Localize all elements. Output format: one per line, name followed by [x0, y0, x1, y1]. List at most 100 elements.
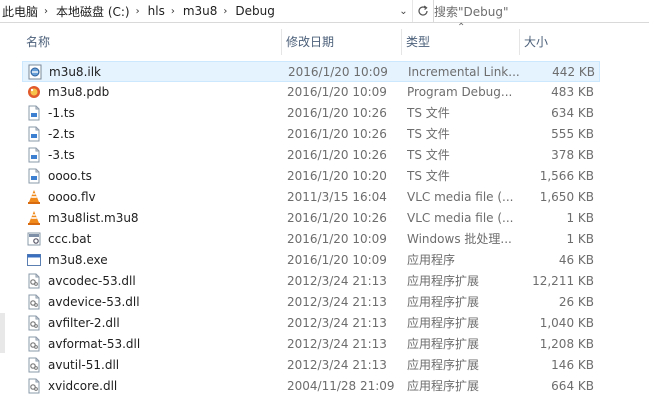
file-name: -3.ts — [48, 148, 75, 162]
dll-file-icon — [26, 357, 42, 373]
file-row[interactable]: oooo.ts 2016/1/20 10:20 TS 文件 1,566 KB — [22, 166, 600, 187]
file-type: TS 文件 — [407, 148, 450, 162]
file-date: 2011/3/15 16:04 — [287, 190, 387, 204]
file-row[interactable]: xvidcore.dll 2004/11/28 21:09 应用程序扩展 664 KB — [22, 376, 600, 397]
file-size: 664 KB — [551, 379, 594, 393]
file-name-cell: avcodec-53.dll — [26, 271, 282, 292]
file-name-cell: m3u8.pdb — [26, 82, 282, 103]
column-size[interactable]: 大小 — [520, 29, 600, 55]
file-name: m3u8.pdb — [48, 85, 110, 99]
file-name: -2.ts — [48, 127, 75, 141]
search-input[interactable]: 搜索"Debug" — [434, 0, 649, 22]
file-name-cell: -2.ts — [26, 124, 282, 145]
file-type: TS 文件 — [407, 106, 450, 120]
file-row[interactable]: ccc.bat 2016/1/20 10:09 Windows 批处理... 1 KB — [22, 229, 600, 250]
file-row[interactable]: avdevice-53.dll 2012/3/24 21:13 应用程序扩展 26 K… — [22, 292, 600, 313]
file-name-cell: m3u8.exe — [26, 250, 282, 271]
file-date: 2016/1/20 10:26 — [287, 211, 387, 225]
bat-file-icon — [26, 231, 42, 247]
file-date: 2012/3/24 21:13 — [287, 316, 387, 330]
address-history-button[interactable]: ⌄ — [395, 0, 413, 22]
file-name: oooo.ts — [48, 169, 92, 183]
pdb-file-icon — [26, 84, 42, 100]
file-name: avformat-53.dll — [48, 337, 141, 351]
file-size: 46 KB — [558, 253, 594, 267]
dll-file-icon — [26, 294, 42, 310]
file-name: -1.ts — [48, 106, 75, 120]
file-row[interactable]: m3u8.exe 2016/1/20 10:09 应用程序 46 KB — [22, 250, 600, 271]
ts-file-icon — [26, 105, 42, 121]
file-type: TS 文件 — [407, 127, 450, 141]
file-name: oooo.flv — [48, 190, 96, 204]
file-size: 442 KB — [552, 65, 595, 79]
file-name-cell: -3.ts — [26, 145, 282, 166]
file-size: 555 KB — [551, 127, 594, 141]
breadcrumb-debug[interactable]: Debug — [233, 4, 280, 18]
column-name[interactable]: 名称 — [22, 29, 282, 55]
ts-file-icon — [26, 147, 42, 163]
file-row[interactable]: -2.ts 2016/1/20 10:26 TS 文件 555 KB — [22, 124, 600, 145]
vlc-cone-icon — [26, 210, 42, 226]
file-name: xvidcore.dll — [48, 379, 118, 393]
file-date: 2012/3/24 21:13 — [287, 274, 387, 288]
file-type: 应用程序 — [407, 253, 456, 267]
file-size: 146 KB — [551, 358, 594, 372]
file-size: 26 KB — [558, 295, 594, 309]
chevron-right-icon[interactable]: › — [44, 6, 54, 17]
file-row[interactable]: m3u8list.m3u8 2016/1/20 10:26 VLC media fi… — [22, 208, 600, 229]
file-row[interactable]: m3u8.pdb 2016/1/20 10:09 Program Debug... 4… — [22, 82, 600, 103]
column-date[interactable]: 修改日期 — [282, 29, 402, 55]
chevron-right-icon[interactable]: › — [136, 6, 146, 17]
file-date: 2016/1/20 10:09 — [287, 232, 387, 246]
file-name: avfilter-2.dll — [48, 316, 120, 330]
file-type: 应用程序扩展 — [407, 379, 480, 393]
chevron-right-icon[interactable]: › — [171, 6, 181, 17]
file-name: ccc.bat — [48, 232, 92, 246]
file-name-cell: m3u8list.m3u8 — [26, 208, 282, 229]
file-type: Incremental Link... — [408, 65, 520, 79]
file-name: avdevice-53.dll — [48, 295, 140, 309]
file-row[interactable]: m3u8.ilk 2016/1/20 10:09 Incremental Link.… — [22, 61, 600, 82]
file-name: m3u8.ilk — [49, 65, 101, 79]
breadcrumb: 此电脑 › 本地磁盘 (C:) › hls › m3u8 › Debug — [0, 0, 404, 22]
file-type: VLC media file (... — [407, 190, 514, 204]
file-row[interactable]: -1.ts 2016/1/20 10:26 TS 文件 634 KB — [22, 103, 600, 124]
file-size: 1,040 KB — [539, 316, 594, 330]
file-row[interactable]: avformat-53.dll 2012/3/24 21:13 应用程序扩展 1,20… — [22, 334, 600, 355]
file-date: 2016/1/20 10:09 — [287, 253, 387, 267]
breadcrumb-m3u8[interactable]: m3u8 — [181, 4, 224, 18]
dll-file-icon — [26, 336, 42, 352]
file-row[interactable]: avutil-51.dll 2012/3/24 21:13 应用程序扩展 146 KB — [22, 355, 600, 376]
breadcrumb-local-disk[interactable]: 本地磁盘 (C:) — [54, 3, 136, 20]
file-name-cell: avfilter-2.dll — [26, 313, 282, 334]
ts-file-icon — [26, 126, 42, 142]
refresh-icon — [418, 5, 428, 16]
dll-file-icon — [26, 273, 42, 289]
file-row[interactable]: avcodec-53.dll 2012/3/24 21:13 应用程序扩展 12,21… — [22, 271, 600, 292]
file-name: m3u8list.m3u8 — [48, 211, 139, 225]
chevron-right-icon[interactable]: › — [223, 6, 233, 17]
file-date: 2012/3/24 21:13 — [287, 358, 387, 372]
file-date: 2016/1/20 10:26 — [287, 106, 387, 120]
dll-file-icon — [26, 315, 42, 331]
file-size: 378 KB — [551, 148, 594, 162]
file-date: 2016/1/20 10:26 — [287, 127, 387, 141]
refresh-button[interactable] — [413, 0, 434, 22]
file-type: VLC media file (... — [407, 211, 514, 225]
breadcrumb-this-pc[interactable]: 此电脑 — [0, 3, 44, 20]
file-row[interactable]: oooo.flv 2011/3/15 16:04 VLC media file (.… — [22, 187, 600, 208]
file-name-cell: avformat-53.dll — [26, 334, 282, 355]
file-date: 2016/1/20 10:20 — [287, 169, 387, 183]
address-bar: 此电脑 › 本地磁盘 (C:) › hls › m3u8 › Debug ⌄ 搜… — [0, 0, 649, 23]
file-row[interactable]: -3.ts 2016/1/20 10:26 TS 文件 378 KB — [22, 145, 600, 166]
vlc-cone-icon — [26, 189, 42, 205]
file-size: 483 KB — [551, 85, 594, 99]
file-type: 应用程序扩展 — [407, 316, 480, 330]
file-type: 应用程序扩展 — [407, 358, 480, 372]
navigation-pane[interactable] — [0, 23, 10, 407]
navigation-scrollbar[interactable] — [0, 313, 5, 353]
dll-file-icon — [26, 378, 42, 394]
breadcrumb-hls[interactable]: hls — [146, 4, 171, 18]
file-size: 1 KB — [566, 232, 594, 246]
file-row[interactable]: avfilter-2.dll 2012/3/24 21:13 应用程序扩展 1,040… — [22, 313, 600, 334]
